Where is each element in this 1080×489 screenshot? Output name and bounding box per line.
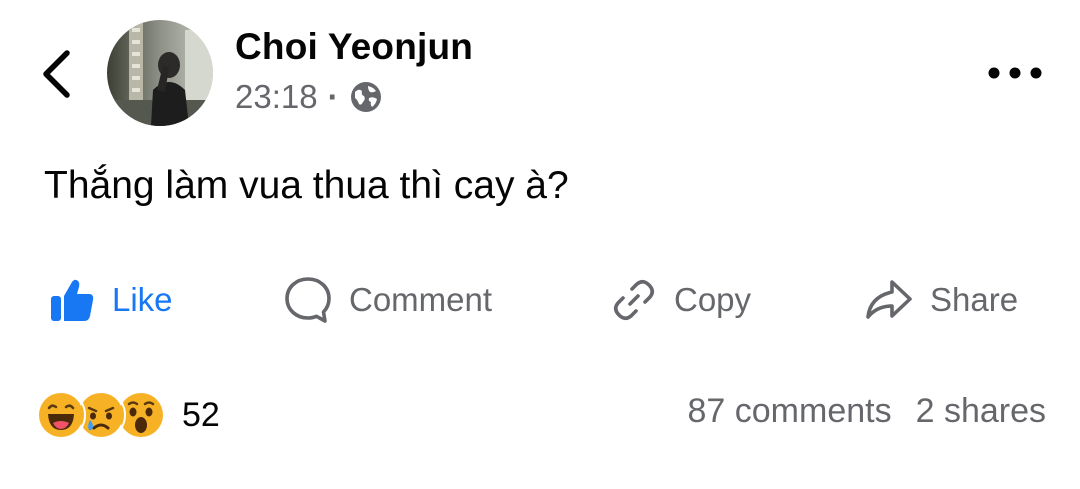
post-stats: 87 comments 2 shares xyxy=(688,392,1047,431)
copy-label: Copy xyxy=(674,281,752,318)
shares-count-link[interactable]: 2 shares xyxy=(916,392,1046,431)
author-name[interactable]: Choi Yeonjun xyxy=(235,26,473,68)
comment-label: Comment xyxy=(349,281,493,318)
copy-link-button[interactable]: Copy xyxy=(610,270,751,330)
share-button[interactable]: Share xyxy=(864,270,1018,330)
reactions-summary[interactable]: 52 xyxy=(36,390,220,440)
chevron-left-icon xyxy=(43,50,70,98)
author-avatar[interactable] xyxy=(107,20,213,126)
more-options-button[interactable] xyxy=(985,56,1045,90)
comments-count-link[interactable]: 87 comments xyxy=(688,392,892,431)
post-text: Thắng làm vua thua thì cay à? xyxy=(44,164,569,207)
share-arrow-icon xyxy=(866,280,912,319)
comment-button[interactable]: Comment xyxy=(283,270,492,330)
like-button[interactable]: Like xyxy=(48,270,173,330)
share-label: Share xyxy=(930,281,1019,318)
thumbs-up-icon xyxy=(51,279,94,321)
post-card: Choi Yeonjun 23:18 · Thắng làm vua thua … xyxy=(0,0,1080,489)
post-timestamp[interactable]: 23:18 xyxy=(235,78,318,116)
reaction-count: 52 xyxy=(182,395,220,434)
link-icon xyxy=(613,279,655,321)
haha-reaction-icon xyxy=(36,390,86,440)
post-meta: 23:18 · xyxy=(235,78,383,116)
back-button[interactable] xyxy=(36,48,76,100)
like-label: Like xyxy=(112,281,173,318)
globe-icon xyxy=(350,82,381,112)
meta-separator: · xyxy=(327,78,339,115)
more-horizontal-icon xyxy=(988,67,1042,79)
comment-bubble-icon xyxy=(285,277,331,323)
